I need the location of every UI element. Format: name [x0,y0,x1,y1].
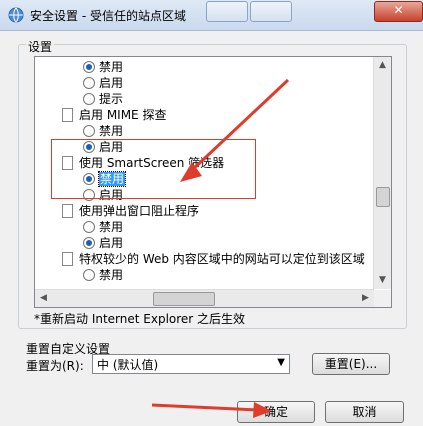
list-item-label: 禁用 [99,124,124,138]
scroll-thumb[interactable] [376,187,390,207]
reset-button[interactable]: 重置(E)... [312,353,390,375]
horizontal-scrollbar[interactable]: ◀ ▶ [35,289,374,307]
reset-to-label: 重置为(R): [26,359,84,373]
list-header-label: 使用弹出窗口阻止程序 [79,204,200,218]
chevron-down-icon: ▼ [277,357,285,368]
list-item[interactable]: 禁用 [83,267,124,283]
list-item-label: 启用 [99,76,124,90]
list-item[interactable]: 禁用 [83,123,124,139]
list-header: 启用 MIME 探查 [62,107,167,123]
reset-section: 重置自定义设置 重置为(R): 中 (默认值) ▼ 重置(E)... [26,340,406,378]
globe-icon [8,7,24,23]
radio-button[interactable] [83,221,95,233]
list-item-label: 禁用 [99,60,124,74]
maximize-button[interactable] [250,1,292,22]
list-item[interactable]: 启用 [83,75,124,91]
list-header-label: 特权较少的 Web 内容区域中的网站可以定位到该区域 [79,252,365,266]
radio-button[interactable] [83,269,95,281]
list-item-label: 提示 [99,92,124,106]
list-header-label: 启用 MIME 探查 [79,108,167,122]
minimize-button[interactable] [206,1,248,22]
vertical-scrollbar[interactable]: ▲ ▼ [373,57,391,289]
list-item-label: 启用 [99,236,124,250]
cancel-button[interactable]: 取消 [325,401,404,423]
scroll-left-icon[interactable]: ◀ [35,290,52,307]
dropdown-value: 中 (默认值) [97,358,159,372]
restart-note: *重新启动 Internet Explorer 之后生效 [34,312,246,326]
list-item-label: 禁用 [99,220,124,234]
document-icon [62,108,73,122]
highlight-rectangle [51,139,256,199]
title-bar: 安全设置 - 受信任的站点区域 ✕ [0,0,423,31]
list-item[interactable]: 禁用 [83,59,124,75]
security-level-dropdown[interactable]: 中 (默认值) ▼ [92,354,290,374]
close-button[interactable]: ✕ [374,1,423,22]
radio-button[interactable] [83,77,95,89]
list-item-label: 禁用 [99,268,124,282]
settings-label: 设置 [26,38,55,55]
radio-button[interactable] [83,125,95,137]
list-header: 使用弹出窗口阻止程序 [62,203,200,219]
scroll-right-icon[interactable]: ▶ [357,290,374,307]
radio-button[interactable] [83,61,95,73]
scroll-down-icon[interactable]: ▼ [374,272,391,289]
document-icon [62,204,73,218]
radio-button[interactable] [83,93,95,105]
scroll-corner [374,290,391,307]
close-icon: ✕ [393,3,404,17]
scroll-thumb[interactable] [153,292,215,306]
window-title: 安全设置 - 受信任的站点区域 [30,9,186,23]
list-item[interactable]: 启用 [83,235,124,251]
list-item[interactable]: 禁用 [83,219,124,235]
ok-button[interactable]: 确定 [237,401,315,423]
list-item[interactable]: 提示 [83,91,124,107]
scroll-up-icon[interactable]: ▲ [374,57,391,74]
document-icon [62,252,73,266]
list-header: 特权较少的 Web 内容区域中的网站可以定位到该区域 [62,251,365,267]
radio-button[interactable] [83,237,95,249]
